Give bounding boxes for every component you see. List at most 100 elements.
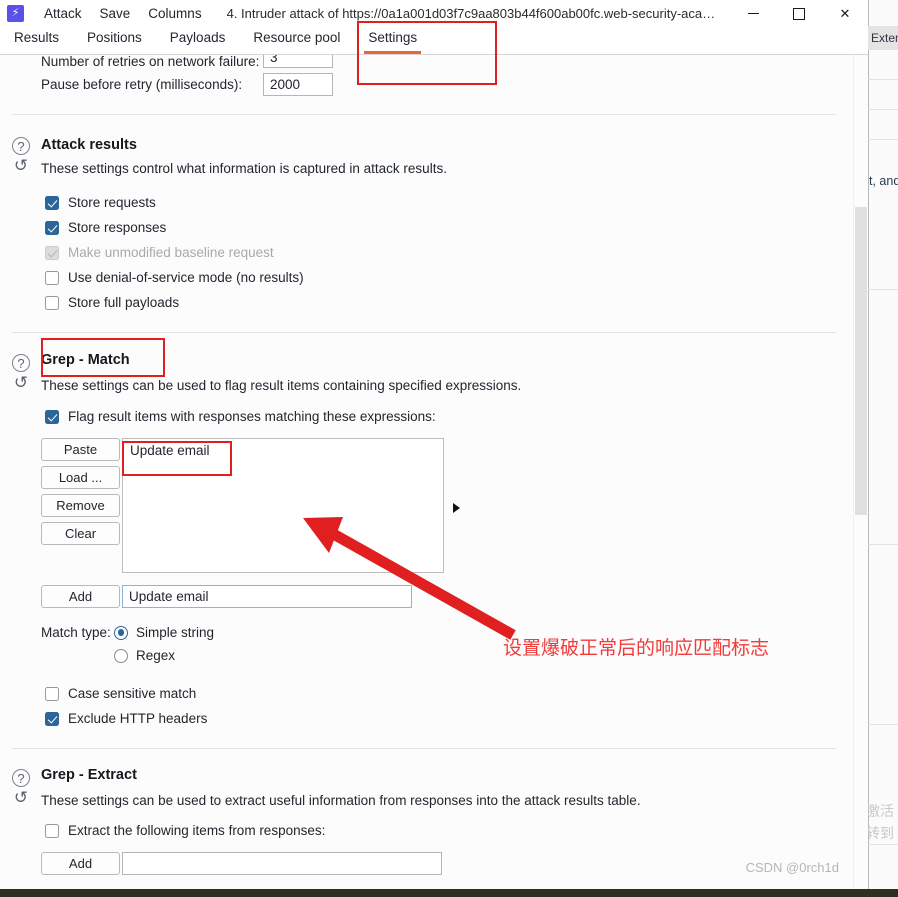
close-button[interactable]: ✕ — [822, 0, 868, 27]
list-row: Paste Load ... Remove Clear Update email — [41, 438, 852, 573]
menu-columns[interactable]: Columns — [139, 0, 210, 27]
regex-radio[interactable] — [114, 648, 128, 663]
annotation-note-text: 设置爆破正常后的响应匹配标志 — [503, 637, 770, 659]
minimize-icon — [747, 13, 759, 14]
question-mark-icon[interactable]: ? — [12, 354, 30, 372]
attack-tabs: Results Positions Payloads Resource pool… — [0, 27, 868, 55]
divider — [12, 748, 836, 749]
background-row — [868, 545, 898, 725]
tab-settings[interactable]: Settings — [354, 27, 431, 54]
attack-results-description: These settings control what information … — [41, 161, 447, 176]
settings-content: Number of retries on network failure: Pa… — [0, 55, 852, 897]
background-row — [868, 140, 898, 290]
exclude-http-headers-label: Exclude HTTP headers — [68, 711, 208, 726]
store-full-payloads-checkbox[interactable] — [45, 295, 59, 310]
question-mark-icon[interactable]: ? — [12, 769, 30, 787]
store-requests-checkbox[interactable] — [45, 195, 59, 210]
grep-extract-option-row[interactable]: Extract the following items from respons… — [0, 823, 852, 838]
case-sensitive-label: Case sensitive match — [68, 686, 197, 701]
add-expression-button[interactable]: Add — [41, 585, 120, 608]
background-text-fragment: t, and — [869, 174, 898, 188]
activation-line-2: 转到 — [866, 825, 894, 841]
background-row — [868, 80, 898, 110]
store-responses-label: Store responses — [68, 220, 167, 235]
remove-button[interactable]: Remove — [41, 494, 120, 517]
grep-match-section: ? ↺ Grep - Match These settings can be u… — [0, 351, 852, 393]
activation-line-1: 激活 — [866, 803, 894, 819]
list-item[interactable]: Update email — [123, 439, 443, 458]
match-type-label: Match type: — [41, 625, 111, 640]
list-button-column: Paste Load ... Remove Clear — [41, 438, 120, 545]
grep-match-flag-row[interactable]: Flag result items with responses matchin… — [0, 409, 852, 424]
background-row — [868, 290, 898, 545]
menu-save[interactable]: Save — [91, 0, 140, 27]
retries-input[interactable] — [263, 55, 333, 68]
reset-arrow-icon[interactable]: ↺ — [12, 374, 30, 392]
settings-scrollbar[interactable] — [853, 55, 868, 897]
extract-add-button[interactable]: Add — [41, 852, 120, 875]
question-mark-icon[interactable]: ? — [12, 137, 30, 155]
add-expression-input[interactable] — [122, 585, 412, 608]
store-requests-label: Store requests — [68, 195, 156, 210]
intruder-attack-window: Attack Save Columns 4. Intruder attack o… — [0, 0, 868, 897]
screenshot-root: Exten t, and 激活 转到 Attack Save Columns 4… — [0, 0, 898, 897]
clear-button[interactable]: Clear — [41, 522, 120, 545]
extract-add-input[interactable] — [122, 852, 442, 875]
store-full-payloads-label: Store full payloads — [68, 295, 180, 310]
option-store-responses[interactable]: Store responses — [45, 215, 852, 240]
tab-results[interactable]: Results — [0, 27, 73, 54]
grep-match-extra-options: Case sensitive match Exclude HTTP header… — [0, 681, 852, 731]
paste-button[interactable]: Paste — [41, 438, 120, 461]
attack-results-title: Attack results — [41, 137, 137, 153]
option-exclude-http-headers[interactable]: Exclude HTTP headers — [45, 706, 852, 731]
radio-regex[interactable]: Regex — [114, 648, 175, 663]
simple-string-label: Simple string — [136, 625, 215, 640]
settings-scroll-area: Number of retries on network failure: Pa… — [0, 55, 868, 897]
grep-match-description: These settings can be used to flag resul… — [41, 378, 522, 393]
maximize-button[interactable] — [776, 0, 822, 27]
tab-payloads[interactable]: Payloads — [156, 27, 240, 54]
expander-column — [444, 438, 468, 573]
pause-before-retry-row: Pause before retry (milliseconds): — [0, 68, 852, 100]
burp-lightning-icon — [7, 5, 24, 22]
retries-label: Number of retries on network failure: — [41, 55, 260, 68]
window-controls: ✕ — [730, 0, 868, 27]
tab-resource-pool[interactable]: Resource pool — [239, 27, 354, 54]
background-tab-extender[interactable]: Exten — [868, 26, 898, 50]
dos-mode-checkbox[interactable] — [45, 270, 59, 285]
pause-label: Pause before retry (milliseconds): — [41, 76, 243, 92]
title-bar: Attack Save Columns 4. Intruder attack o… — [0, 0, 868, 27]
flag-result-items-checkbox[interactable] — [45, 409, 59, 424]
store-responses-checkbox[interactable] — [45, 220, 59, 235]
option-extract-items[interactable]: Extract the following items from respons… — [45, 823, 852, 838]
minimize-button[interactable] — [730, 0, 776, 27]
baseline-request-checkbox — [45, 245, 59, 260]
tab-positions[interactable]: Positions — [73, 27, 156, 54]
option-store-requests[interactable]: Store requests — [45, 190, 852, 215]
option-case-sensitive[interactable]: Case sensitive match — [45, 681, 852, 706]
scrollbar-thumb[interactable] — [855, 207, 867, 515]
triangle-right-icon[interactable] — [453, 503, 460, 513]
exclude-http-headers-checkbox[interactable] — [45, 711, 59, 726]
reset-arrow-icon[interactable]: ↺ — [12, 157, 30, 175]
radio-simple-string[interactable]: Simple string — [114, 625, 214, 640]
grep-match-listbox[interactable]: Update email — [122, 438, 444, 573]
regex-label: Regex — [136, 648, 176, 663]
pause-input[interactable] — [263, 72, 333, 96]
dos-mode-label: Use denial-of-service mode (no results) — [68, 270, 304, 285]
grep-match-title: Grep - Match — [41, 352, 130, 368]
retries-row-clipped: Number of retries on network failure: — [0, 55, 852, 68]
extract-items-checkbox[interactable] — [45, 823, 59, 838]
menu-attack[interactable]: Attack — [35, 0, 91, 27]
load-button[interactable]: Load ... — [41, 466, 120, 489]
option-dos-mode[interactable]: Use denial-of-service mode (no results) — [45, 265, 852, 290]
simple-string-radio[interactable] — [114, 625, 128, 640]
window-title: 4. Intruder attack of https://0a1a001d03… — [226, 6, 717, 21]
reset-arrow-icon[interactable]: ↺ — [12, 789, 30, 807]
grep-extract-add-row: Add — [0, 852, 852, 875]
flag-result-items-row[interactable]: Flag result items with responses matchin… — [45, 409, 852, 424]
grep-match-list-area: Paste Load ... Remove Clear Update email — [0, 438, 852, 608]
option-store-full-payloads[interactable]: Store full payloads — [45, 290, 852, 315]
screen-bottom-edge — [0, 889, 898, 897]
case-sensitive-checkbox[interactable] — [45, 686, 59, 701]
